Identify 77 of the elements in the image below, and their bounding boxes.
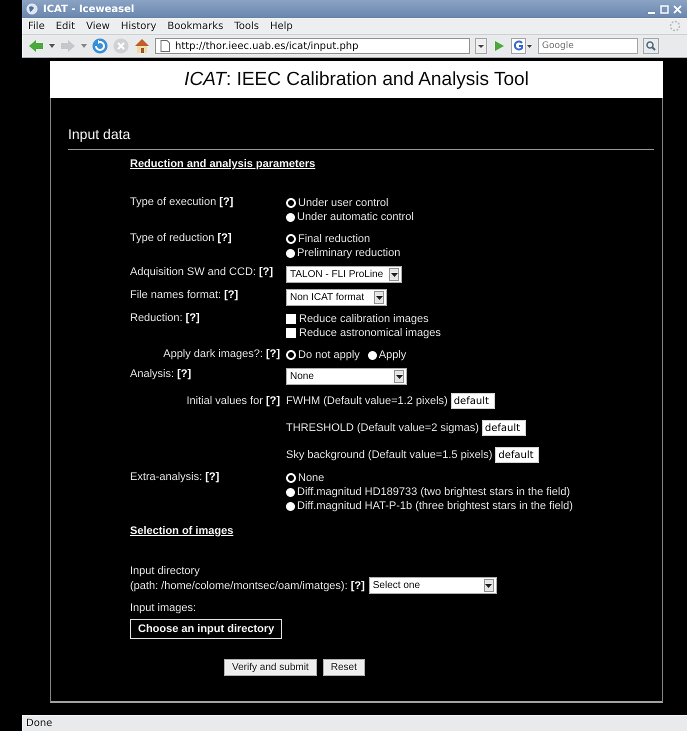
option-label: Reduce astronomical images (299, 326, 441, 340)
option-label: Under automatic control (297, 210, 414, 224)
field-label: (path: /home/colome/montsec/oam/imatges): [?] (130, 580, 365, 592)
checkbox[interactable] (286, 314, 296, 324)
reload-icon[interactable] (92, 38, 108, 54)
field-label: Sky background (Default value=1.5 pixels) (286, 448, 492, 463)
field-label: Type of execution [?] (130, 196, 234, 208)
page-title: ICAT: IEEC Calibration and Analysis Tool (184, 68, 529, 90)
checkbox[interactable] (286, 328, 296, 338)
dropdown[interactable]: Non ICAT format (286, 289, 387, 306)
field-label: THRESHOLD (Default value=2 sigmas) (286, 421, 479, 436)
field-label: Adquisition SW and CCD: [?] (130, 266, 274, 278)
field-label: FWHM (Default value=1.2 pixels) (286, 394, 448, 409)
field-label: Input directory (130, 565, 201, 577)
section-title: Selection of images (130, 525, 234, 537)
option-label: Reduce calibration images (299, 312, 429, 326)
form-button[interactable]: Verify and submit (224, 659, 317, 676)
search-field[interactable]: Google (538, 38, 638, 54)
dropdown[interactable]: TALON - FLI ProLine (286, 266, 402, 283)
menu-item[interactable]: Bookmarks (167, 20, 224, 32)
search-icon[interactable] (643, 38, 659, 54)
menu-item[interactable]: Edit (56, 20, 76, 32)
option-label: None (298, 471, 324, 485)
option-label: Diff.magnitud HAT-P-1b (three brightest stars in the field) (297, 499, 573, 513)
caret-icon (376, 296, 382, 300)
field-label: Initial values for [?] (185, 395, 280, 407)
search-engine-icon[interactable] (511, 38, 533, 54)
caret-icon (485, 584, 492, 588)
menu-item[interactable]: History (120, 20, 156, 32)
field-label: Input images: (130, 602, 198, 614)
menu-item[interactable]: View (86, 20, 110, 32)
home-icon[interactable] (134, 38, 150, 54)
window-title: ICAT - Iceweasel (43, 4, 134, 14)
option-label: Diff.magnitud HD189733 (two brightest stars in the field) (297, 485, 570, 499)
dropdown[interactable]: None (286, 368, 407, 385)
radio-button[interactable] (368, 350, 377, 360)
caret-icon[interactable] (81, 44, 87, 48)
radio-button[interactable] (286, 350, 296, 360)
field-label: Reduction: [?] (130, 312, 201, 324)
menu-item[interactable]: Tools (234, 20, 259, 32)
page-icon (160, 40, 170, 52)
menu-item[interactable]: Help (270, 20, 293, 32)
dropdown[interactable]: Select one (368, 577, 497, 594)
field-label: Extra-analysis: [?] (130, 471, 220, 483)
field-label: Analysis: [?] (130, 368, 192, 380)
dropdown-button-icon[interactable] (475, 38, 487, 54)
option-label: Under user control (298, 196, 388, 210)
status-text: Done (26, 718, 52, 728)
option-label: Apply (378, 348, 406, 362)
choose-directory-button[interactable]: Choose an input directory (130, 619, 282, 639)
option-label: Do not apply (298, 348, 360, 362)
input-field[interactable]: default (495, 447, 540, 463)
maximize-icon[interactable] (659, 4, 670, 14)
option-label: Final reduction (298, 232, 370, 246)
address-field[interactable]: http://thor.ieec.uab.es/icat/input.php (155, 38, 470, 54)
radio-button[interactable] (286, 234, 296, 244)
caret-icon[interactable] (49, 44, 55, 48)
caret-icon (390, 272, 398, 276)
section-heading: Input data (68, 126, 132, 142)
caret-icon (396, 374, 402, 378)
form-button[interactable]: Reset (322, 659, 365, 676)
input-field[interactable]: default (482, 420, 526, 436)
field-label: Apply dark images?: [?] (162, 348, 280, 360)
menu-item[interactable]: File (28, 20, 45, 32)
radio-button[interactable] (286, 488, 295, 496)
input-field[interactable]: default (450, 393, 495, 409)
radio-button[interactable] (286, 212, 295, 222)
option-label: Preliminary reduction (297, 246, 400, 260)
radio-button[interactable] (286, 198, 296, 208)
field-label: Type of reduction [?] (130, 232, 232, 244)
close-icon[interactable] (672, 4, 683, 14)
radio-button[interactable] (286, 502, 295, 510)
throbber-icon (669, 20, 681, 32)
radio-button[interactable] (286, 248, 295, 258)
field-label: File names format: [?] (130, 289, 240, 301)
section-title: Reduction and analysis parameters (130, 158, 316, 170)
radio-button[interactable] (286, 473, 296, 483)
